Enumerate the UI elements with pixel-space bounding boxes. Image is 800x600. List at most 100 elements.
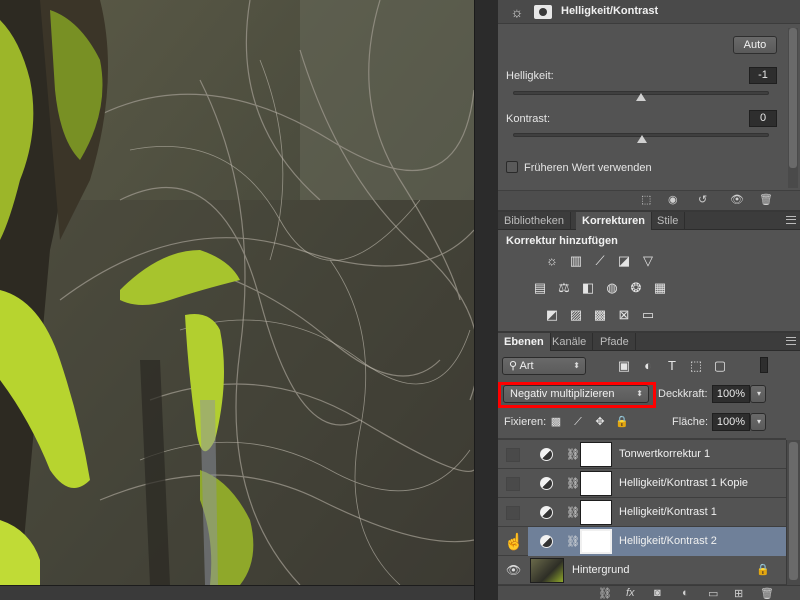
lock-all-icon[interactable]: 🔒 — [614, 414, 630, 430]
layer-row[interactable]: ⛓ Helligkeit/Kontrast 1 Kopie — [498, 469, 786, 498]
selective-color-icon[interactable]: ⊠ — [616, 307, 632, 323]
tab-korrekturen[interactable]: Korrekturen — [576, 212, 652, 230]
opacity-field[interactable]: 100% — [712, 385, 750, 403]
mask-icon[interactable] — [534, 5, 552, 19]
color-lookup-icon[interactable]: ▦ — [652, 280, 668, 296]
lock-brush-icon[interactable]: ⟋ — [570, 414, 586, 430]
clip-to-layer-icon[interactable]: ⬚ — [641, 193, 651, 206]
vibrance-icon[interactable]: ▽ — [640, 253, 656, 269]
panel-dock-strip — [474, 0, 498, 600]
contrast-field[interactable]: 0 — [749, 110, 777, 127]
layer-filter-value: Art — [519, 360, 534, 372]
layer-mask-thumbnail[interactable] — [580, 529, 612, 554]
tab-pfade[interactable]: Pfade — [594, 333, 636, 351]
tab-ebenen[interactable]: Ebenen — [498, 333, 551, 351]
visibility-toggle[interactable] — [506, 506, 520, 520]
properties-panel: ☼ Helligkeit/Kontrast Auto Helligkeit: -… — [498, 0, 800, 210]
lock-position-icon[interactable]: ✥ — [592, 414, 608, 430]
layer-row-selected[interactable]: ☝ ⛓ Helligkeit/Kontrast 2 — [498, 527, 786, 556]
levels-icon[interactable]: ▥ — [568, 253, 584, 269]
layer-row[interactable]: 👁 Hintergrund 🔒 — [498, 556, 786, 585]
trash-icon[interactable]: 🗑 — [760, 587, 774, 600]
layer-name[interactable]: Helligkeit/Kontrast 1 Kopie — [619, 477, 748, 489]
layer-name[interactable]: Hintergrund — [572, 564, 629, 576]
eye-icon[interactable]: 👁 — [506, 563, 521, 577]
properties-scroll-thumb[interactable] — [789, 28, 797, 168]
fill-dropdown[interactable]: ▾ — [750, 413, 766, 431]
opacity-dropdown[interactable]: ▾ — [750, 385, 766, 403]
properties-scrollbar[interactable] — [788, 28, 798, 188]
adjustments-panel: Korrektur hinzufügen ☼ ▥ ⟋ ◪ ▽ ▤ ⚖ ◧ ◍ ❂… — [498, 231, 800, 331]
tab-bibliotheken[interactable]: Bibliotheken — [498, 212, 571, 230]
color-balance-icon[interactable]: ⚖ — [556, 280, 572, 296]
link-layers-icon[interactable]: ⛓ — [598, 587, 612, 600]
trash-icon[interactable]: 🗑 — [759, 193, 773, 206]
panel-menu-icon[interactable] — [786, 216, 796, 224]
photo-filter-icon[interactable]: ◍ — [604, 280, 620, 296]
new-group-icon[interactable]: ▭ — [708, 587, 718, 600]
opacity-label: Deckkraft: — [658, 388, 708, 400]
contrast-slider-thumb[interactable] — [637, 135, 647, 143]
new-layer-icon[interactable]: ⊞ — [734, 587, 743, 600]
exposure-icon[interactable]: ◪ — [616, 253, 632, 269]
layer-mask-thumbnail[interactable] — [580, 442, 612, 467]
adjustment-layer-icon — [540, 477, 553, 490]
tab-kanaele[interactable]: Kanäle — [546, 333, 594, 351]
layer-name[interactable]: Helligkeit/Kontrast 1 — [619, 506, 717, 518]
link-icon[interactable]: ⛓ — [566, 448, 580, 461]
filter-type-icon[interactable]: T — [664, 358, 680, 374]
curves-icon[interactable]: ⟋ — [592, 253, 608, 269]
legacy-checkbox[interactable] — [506, 161, 518, 173]
auto-button[interactable]: Auto — [733, 36, 777, 54]
fx-icon[interactable]: fx — [626, 587, 635, 599]
filter-pixel-icon[interactable]: ▣ — [616, 358, 632, 374]
layer-row[interactable]: ⛓ Tonwertkorrektur 1 — [498, 440, 786, 469]
brightness-slider-thumb[interactable] — [636, 93, 646, 101]
threshold-icon[interactable]: ▩ — [592, 307, 608, 323]
layers-menu-icon[interactable] — [786, 337, 796, 345]
filter-toggle[interactable] — [760, 357, 768, 373]
layer-thumbnail[interactable] — [530, 558, 564, 583]
link-icon[interactable]: ⛓ — [566, 535, 580, 548]
forest-photo — [0, 0, 474, 585]
adjustments-heading: Korrektur hinzufügen — [506, 235, 618, 247]
reset-icon[interactable]: ↺ — [698, 193, 707, 206]
filter-smart-icon[interactable]: ▢ — [712, 358, 728, 374]
visibility-toggle[interactable] — [506, 448, 520, 462]
layer-name[interactable]: Tonwertkorrektur 1 — [619, 448, 710, 460]
new-adjustment-icon[interactable]: ◐ — [682, 587, 689, 599]
link-icon[interactable]: ⛓ — [566, 506, 580, 519]
fill-field[interactable]: 100% — [712, 413, 750, 431]
layer-row[interactable]: ⛓ Helligkeit/Kontrast 1 — [498, 498, 786, 527]
filter-adjustment-icon[interactable]: ◐ — [640, 358, 656, 374]
tab-stile[interactable]: Stile — [651, 212, 686, 230]
layers-scrollbar[interactable] — [786, 440, 800, 585]
invert-icon[interactable]: ◩ — [544, 307, 560, 323]
chevron-down-icon: ⬍ — [573, 361, 580, 370]
layer-filter-select[interactable]: ⚲ Art ⬍ — [502, 357, 586, 375]
channel-mixer-icon[interactable]: ❂ — [628, 280, 644, 296]
contrast-label: Kontrast: — [506, 113, 551, 125]
filter-shape-icon[interactable]: ⬚ — [688, 358, 704, 374]
visibility-icon[interactable]: 👁 — [730, 193, 744, 206]
black-white-icon[interactable]: ◧ — [580, 280, 596, 296]
brightness-adjustment-icon: ☼ — [510, 4, 524, 20]
canvas-status-bar — [0, 585, 474, 600]
layers-scroll-thumb[interactable] — [789, 442, 798, 580]
layer-mask-thumbnail[interactable] — [580, 500, 612, 525]
link-icon[interactable]: ⛓ — [566, 477, 580, 490]
brightness-field[interactable]: -1 — [749, 67, 777, 84]
hue-saturation-icon[interactable]: ▤ — [532, 280, 548, 296]
brightness-contrast-icon[interactable]: ☼ — [544, 253, 560, 269]
add-mask-icon[interactable]: ◙ — [654, 587, 661, 599]
view-previous-icon[interactable]: ◉ — [668, 193, 678, 206]
document-canvas[interactable] — [0, 0, 474, 585]
gradient-map-icon[interactable]: ▭ — [640, 307, 656, 323]
layer-mask-thumbnail[interactable] — [580, 471, 612, 496]
posterize-icon[interactable]: ▨ — [568, 307, 584, 323]
visibility-toggle[interactable] — [506, 477, 520, 491]
layer-name[interactable]: Helligkeit/Kontrast 2 — [619, 535, 717, 547]
lock-icon: 🔒 — [756, 564, 770, 576]
lock-transparency-icon[interactable]: ▩ — [548, 414, 564, 430]
lock-label: Fixieren: — [504, 416, 547, 428]
